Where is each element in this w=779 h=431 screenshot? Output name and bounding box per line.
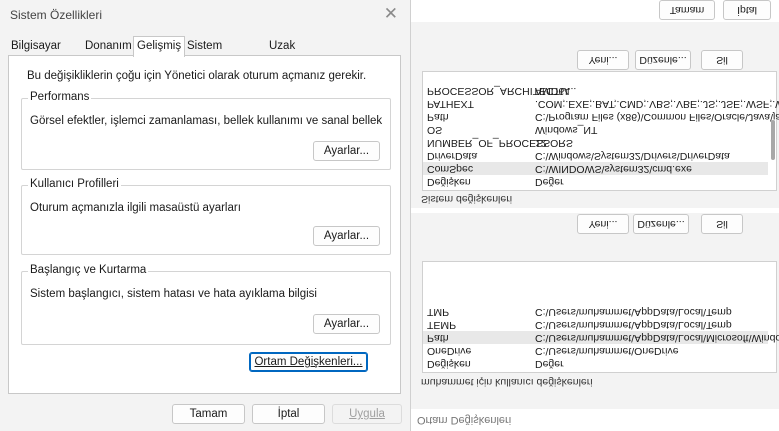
var-value: C:\WINDOWS\system32\cmd.exe	[535, 163, 692, 175]
dialog-title: Sistem Özellikleri	[10, 8, 103, 22]
user-delete-label: Sil	[716, 218, 728, 230]
var-name: PATHEXT	[427, 98, 474, 110]
env-window-title: Ortam Değişkenleri	[417, 414, 512, 426]
tab-advanced[interactable]: Gelişmiş	[133, 36, 186, 57]
table-row[interactable]: Path C:\Users\muhammet\AppData\Local\Mic…	[423, 331, 779, 344]
var-name: OS	[427, 124, 443, 136]
performance-settings-label: Ayarlar...	[323, 145, 370, 157]
apply-label: Uygula	[349, 408, 385, 420]
profiles-settings-label: Ayarlar...	[323, 230, 370, 242]
var-value: AMD64	[535, 85, 571, 97]
table-row[interactable]: OneDrive C:\Users\muhammet\OneDrive	[423, 344, 768, 357]
system-variables-scrollbar[interactable]	[771, 120, 775, 160]
table-row[interactable]: DriverData C:\Windows\System32\Drivers\D…	[423, 149, 768, 162]
startup-recovery-group: Başlangıç ve Kurtarma Sistem başlangıcı,…	[21, 264, 391, 345]
tab-remote[interactable]: Uzak	[266, 38, 298, 55]
table-row[interactable]: ComSpec C:\WINDOWS\system32\cmd.exe	[423, 162, 768, 175]
var-value: Windows_NT	[535, 124, 598, 136]
profiles-desc: Oturum açmanızla ilgili masaüstü ayarlar…	[30, 202, 241, 214]
var-name: NUMBER_OF_PROCESSORS	[427, 137, 573, 149]
system-edit-button[interactable]: Düzenle...	[635, 50, 691, 70]
var-name: OneDrive	[427, 345, 472, 357]
var-value: C:\Users\muhammet\AppData\Local\Temp	[535, 306, 732, 318]
user-edit-button[interactable]: Düzenle...	[633, 214, 689, 234]
table-row[interactable]: OS Windows_NT	[423, 123, 768, 136]
table-header: Değişken Değer	[423, 357, 768, 370]
user-new-button[interactable]: Yeni...	[577, 214, 629, 234]
table-row[interactable]: TEMP C:\Users\muhammet\AppData\Local\Tem…	[423, 318, 768, 331]
var-value: C:\Windows\System32\Drivers\DriverData	[535, 150, 730, 162]
system-delete-label: Sil	[716, 54, 728, 66]
tab-computer-name[interactable]: Bilgisayar Adı	[8, 38, 64, 69]
table-row[interactable]: PROCESSOR_ARCHITECTU... AMD64	[423, 84, 768, 97]
performance-label: Performans	[28, 91, 92, 103]
user-profiles-group: Kullanıcı Profilleri Oturum açmanızla il…	[21, 178, 391, 255]
system-variables-section: Sistem değişkenleri Değişken Değer ComSp…	[411, 22, 779, 208]
system-variables-label: Sistem değişkenleri	[421, 193, 513, 205]
var-value: C:\Users\muhammet\OneDrive	[535, 345, 679, 357]
user-variables-label: muhammet için kullanıcı değişkenleri	[421, 376, 593, 388]
col-name-header[interactable]: Değişken	[427, 357, 471, 370]
var-name: DriverData	[427, 150, 478, 162]
startup-label: Başlangıç ve Kurtarma	[28, 264, 149, 276]
profiles-settings-button[interactable]: Ayarlar...	[313, 226, 380, 246]
env-ok-button[interactable]: Tamam	[659, 0, 715, 20]
var-name: Path	[427, 332, 449, 344]
apply-button[interactable]: Uygula	[332, 404, 402, 424]
startup-settings-button[interactable]: Ayarlar...	[313, 314, 380, 334]
user-edit-label: Düzenle...	[637, 218, 685, 230]
title-bar: Sistem Özellikleri ✕	[0, 0, 410, 32]
var-value: C:\Program Files (x86)\Common Files\Orac…	[535, 111, 779, 123]
cancel-button[interactable]: İptal	[252, 404, 325, 424]
startup-desc: Sistem başlangıcı, sistem hatası ve hata…	[30, 288, 317, 300]
environment-variables-window: Ortam Değişkenleri muhammet için kullanı…	[411, 0, 779, 431]
admin-notice: Bu değişikliklerin çoğu için Yönetici ol…	[27, 70, 367, 82]
performance-desc: Görsel efektler, işlemci zamanlaması, be…	[30, 115, 383, 127]
col-value-header[interactable]: Değer	[535, 175, 564, 188]
var-name: Path	[427, 111, 449, 123]
system-new-button[interactable]: Yeni...	[577, 50, 629, 70]
var-name: TEMP	[427, 319, 457, 331]
environment-variables-label: Ortam Değişkenleri...	[254, 356, 363, 368]
user-variables-table: Değişken Değer OneDrive C:\Users\muhamme…	[422, 261, 779, 373]
env-ok-label: Tamam	[669, 4, 705, 16]
startup-settings-label: Ayarlar...	[323, 318, 370, 330]
user-new-label: Yeni...	[588, 218, 618, 230]
system-edit-label: Düzenle...	[639, 54, 687, 66]
system-new-label: Yeni...	[588, 54, 618, 66]
var-name: TMP	[427, 306, 450, 318]
profiles-label: Kullanıcı Profilleri	[28, 178, 121, 190]
user-variables-section: muhammet için kullanıcı değişkenleri Değ…	[411, 213, 779, 409]
col-name-header[interactable]: Değişken	[427, 175, 471, 188]
var-value: C:\Users\muhammet\AppData\Local\Temp	[535, 319, 732, 331]
cancel-label: İptal	[277, 408, 300, 420]
table-row[interactable]: PATHEXT .COM;.EXE;.BAT;.CMD;.VBS;.VBE;.J…	[423, 97, 779, 110]
performance-settings-button[interactable]: Ayarlar...	[313, 141, 380, 161]
var-name: ComSpec	[427, 163, 474, 175]
user-delete-button[interactable]: Sil	[701, 214, 743, 234]
var-value: 12	[535, 137, 547, 149]
environment-variables-button[interactable]: Ortam Değişkenleri...	[249, 352, 368, 372]
var-value: C:\Users\muhammet\AppData\Local\Microsof…	[535, 332, 779, 344]
ok-button[interactable]: Tamam	[172, 404, 245, 424]
performance-group: Performans Görsel efektler, işlemci zama…	[21, 91, 391, 170]
system-delete-button[interactable]: Sil	[701, 50, 743, 70]
tab-hardware[interactable]: Donanım	[82, 38, 135, 55]
var-value: .COM;.EXE;.BAT;.CMD;.VBS;.VBE;.JS;.JSE;.…	[535, 98, 779, 110]
system-properties-dialog: Sistem Özellikleri ✕ Bilgisayar Adı Dona…	[0, 0, 411, 431]
env-cancel-label: İptal	[737, 4, 757, 16]
table-row[interactable]: TMP C:\Users\muhammet\AppData\Local\Temp	[423, 305, 768, 318]
env-cancel-button[interactable]: İptal	[723, 0, 771, 20]
close-icon[interactable]: ✕	[384, 4, 398, 24]
table-row[interactable]: Path C:\Program Files (x86)\Common Files…	[423, 110, 779, 123]
tab-system-protection[interactable]: Sistem Koruması	[184, 38, 239, 69]
advanced-tab-panel: Bu değişikliklerin çoğu için Yönetici ol…	[8, 55, 401, 394]
ok-label: Tamam	[189, 408, 228, 420]
table-header: Değişken Değer	[423, 175, 768, 188]
system-variables-table: Değişken Değer ComSpec C:\WINDOWS\system…	[422, 71, 779, 191]
table-row[interactable]: NUMBER_OF_PROCESSORS 12	[423, 136, 768, 149]
col-value-header[interactable]: Değer	[535, 357, 564, 370]
